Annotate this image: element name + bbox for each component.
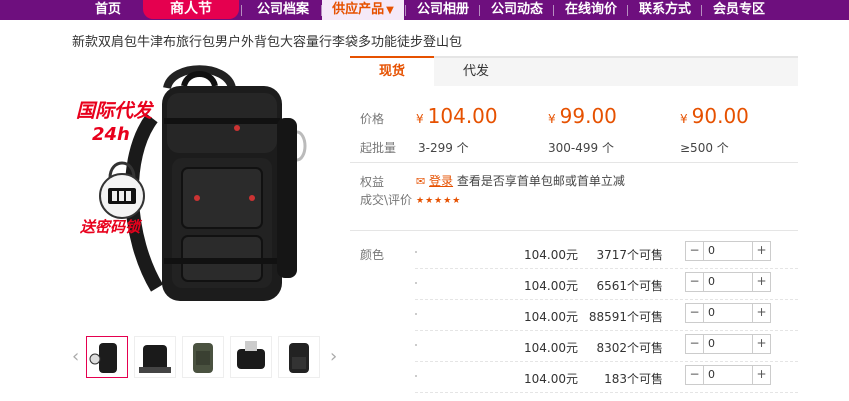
sku-swatch <box>415 375 417 377</box>
chevron-left-icon[interactable]: ‹ <box>72 346 79 367</box>
sku-row: 104.00元 8302个可售 − 0 + <box>415 331 798 362</box>
login-link[interactable]: 登录 <box>429 174 453 188</box>
nav-contact[interactable]: 联系方式 <box>632 0 698 20</box>
badge-24h: 24h <box>92 124 130 145</box>
quantity-stepper: − 0 + <box>685 334 771 354</box>
tab-dropship[interactable]: 代发 <box>434 58 518 86</box>
sku-price: 104.00元 <box>524 372 578 386</box>
price-tier-1: ¥104.00 <box>416 104 498 128</box>
price-value: 104.00 <box>427 104 498 128</box>
quantity-input[interactable]: 0 <box>704 304 752 322</box>
sku-stock: 183个可售 <box>604 372 663 386</box>
color-label: 颜色 <box>360 248 385 262</box>
sku-row: 104.00元 6561个可售 − 0 + <box>415 269 798 300</box>
decrement-button[interactable]: − <box>686 366 704 384</box>
quantity-stepper: − 0 + <box>685 303 771 323</box>
sku-swatch <box>415 251 417 253</box>
price-label: 价格 <box>360 112 385 126</box>
benefits-row: ✉ 登录 查看是否享首单包邮或首单立减 <box>416 172 625 189</box>
range-tier-3: ≥500 个 <box>680 141 729 155</box>
quantity-input[interactable]: 0 <box>704 335 752 353</box>
range-tier-2: 300-499 个 <box>548 141 614 155</box>
thumbnail[interactable] <box>230 336 272 378</box>
chevron-down-icon: ▼ <box>386 5 394 16</box>
nav-home[interactable]: 首页 <box>78 0 138 20</box>
increment-button[interactable]: + <box>752 273 770 291</box>
quantity-stepper: − 0 + <box>685 241 771 261</box>
divider <box>350 230 798 231</box>
product-title: 新款双肩包牛津布旅行包男户外背包大容量行李袋多功能徒步登山包 <box>72 35 463 50</box>
badge-international: 国际代发 <box>76 100 153 122</box>
currency-symbol: ¥ <box>548 112 556 126</box>
tab-in-stock[interactable]: 现货 <box>350 56 434 86</box>
nav-separator <box>405 5 406 16</box>
nav-member-zone[interactable]: 会员专区 <box>706 0 772 20</box>
increment-button[interactable]: + <box>752 366 770 384</box>
thumbnail[interactable] <box>134 336 176 378</box>
quantity-stepper: − 0 + <box>685 365 771 385</box>
thumbnail[interactable] <box>278 336 320 378</box>
sku-row: 104.00元 183个可售 − 0 + <box>415 362 798 393</box>
sku-row: 104.00元 3717个可售 − 0 + <box>415 238 798 269</box>
moq-label: 起批量 <box>360 141 397 155</box>
decrement-button[interactable]: − <box>686 335 704 353</box>
nav-separator <box>479 5 480 16</box>
divider <box>350 162 798 163</box>
sku-tabs: 现货 代发 <box>350 56 798 86</box>
benefits-label: 权益 <box>360 175 385 189</box>
nav-separator <box>627 5 628 16</box>
decrement-button[interactable]: − <box>686 242 704 260</box>
quantity-stepper: − 0 + <box>685 272 771 292</box>
top-nav: 首页 商人节 公司档案 供应产品 ▼ 公司相册 公司动态 在线询价 联系方式 会员… <box>0 0 849 20</box>
sku-price: 104.00元 <box>524 248 578 262</box>
nav-separator <box>553 5 554 16</box>
quantity-input[interactable]: 0 <box>704 242 752 260</box>
sku-swatch <box>415 313 417 315</box>
thumbnail[interactable] <box>86 336 128 378</box>
badge-free-lock: 送密码锁 <box>80 218 141 236</box>
nav-products[interactable]: 供应产品 ▼ <box>322 0 404 20</box>
price-value: 90.00 <box>691 104 749 128</box>
increment-button[interactable]: + <box>752 242 770 260</box>
sku-swatch <box>415 344 417 346</box>
currency-symbol: ¥ <box>680 112 688 126</box>
increment-button[interactable]: + <box>752 335 770 353</box>
sku-stock: 8302个可售 <box>596 341 663 355</box>
price-tier-3: ¥90.00 <box>680 104 749 128</box>
decrement-button[interactable]: − <box>686 304 704 322</box>
sku-price: 104.00元 <box>524 310 578 324</box>
chevron-right-icon[interactable]: › <box>330 346 337 367</box>
nav-company-news[interactable]: 公司动态 <box>484 0 550 20</box>
thumbnail-strip: ‹ › <box>72 336 342 381</box>
nav-separator <box>701 5 702 16</box>
quantity-input[interactable]: 0 <box>704 273 752 291</box>
product-main-image[interactable]: 国际代发 24h 送密码锁 <box>72 58 342 328</box>
coupon-icon: ✉ <box>416 175 426 188</box>
benefits-text: 查看是否享首单包邮或首单立减 <box>456 174 625 188</box>
quantity-input[interactable]: 0 <box>704 366 752 384</box>
sku-price: 104.00元 <box>524 279 578 293</box>
nav-company-profile[interactable]: 公司档案 <box>248 0 318 20</box>
thumbnail[interactable] <box>182 336 224 378</box>
nav-online-inquiry[interactable]: 在线询价 <box>558 0 624 20</box>
price-tier-2: ¥99.00 <box>548 104 617 128</box>
currency-symbol: ¥ <box>416 112 424 126</box>
nav-company-album[interactable]: 公司相册 <box>410 0 476 20</box>
decrement-button[interactable]: − <box>686 273 704 291</box>
rating-stars-icon: ★★★★★ <box>416 196 462 206</box>
sku-swatch <box>415 282 417 284</box>
nav-merchant-festival[interactable]: 商人节 <box>143 0 239 19</box>
nav-products-label: 供应产品 <box>332 2 385 17</box>
sku-stock: 6561个可售 <box>596 279 663 293</box>
sku-stock: 88591个可售 <box>588 310 663 324</box>
reviews-label: 成交\评价 <box>360 193 413 207</box>
range-tier-1: 3-299 个 <box>418 141 469 155</box>
price-value: 99.00 <box>559 104 617 128</box>
nav-separator <box>241 5 242 16</box>
increment-button[interactable]: + <box>752 304 770 322</box>
sku-price: 104.00元 <box>524 341 578 355</box>
sku-stock: 3717个可售 <box>596 248 663 262</box>
sku-row: 104.00元 88591个可售 − 0 + <box>415 300 798 331</box>
